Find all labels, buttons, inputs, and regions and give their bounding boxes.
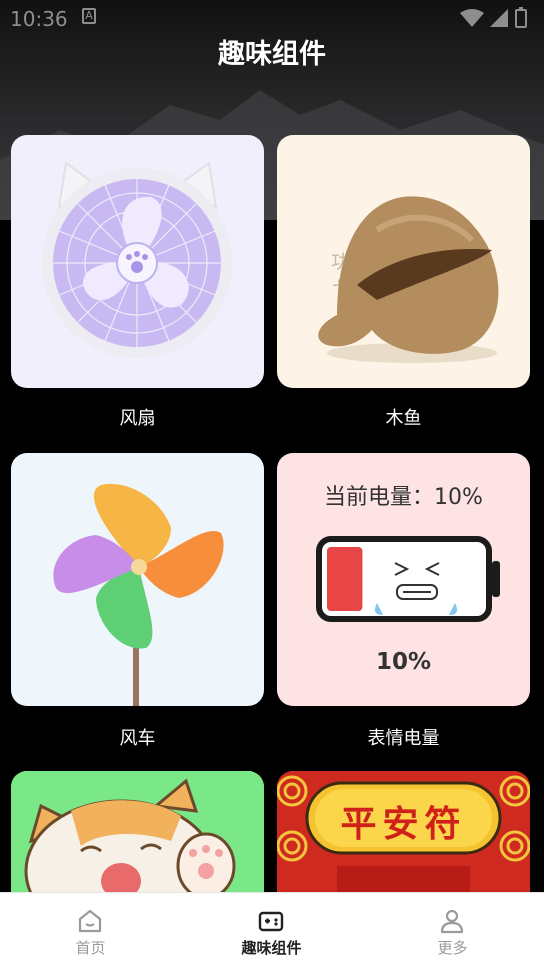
status-bar: 10:36 A bbox=[0, 0, 544, 36]
cat-illustration bbox=[11, 771, 264, 911]
widget-card-pinwheel[interactable] bbox=[11, 453, 264, 706]
widget-label-fan: 风扇 bbox=[119, 408, 156, 429]
widget-card-wooden-fish[interactable]: 功德+1 bbox=[277, 135, 530, 388]
tab-home[interactable]: 首页 bbox=[0, 893, 181, 969]
home-icon bbox=[78, 909, 102, 933]
widget-label-emoji-battery: 表情电量 bbox=[367, 728, 440, 749]
pinwheel-illustration bbox=[53, 483, 224, 706]
tab-home-label: 首页 bbox=[75, 939, 106, 957]
battery-icon bbox=[515, 9, 527, 28]
widget-card-fan[interactable] bbox=[11, 135, 264, 388]
widget-card-cat[interactable] bbox=[11, 771, 264, 911]
battery-percent: 10% bbox=[375, 649, 432, 675]
battery-level-fill bbox=[327, 547, 363, 611]
widget-card-peace-charm[interactable]: 平安符 bbox=[277, 771, 530, 911]
widget-label-wooden-fish: 木鱼 bbox=[385, 408, 422, 429]
bottom-navigation: 首页 趣味组件 更多 bbox=[0, 892, 544, 969]
status-time: 10:36 bbox=[10, 7, 68, 31]
charm-text: 平安符 bbox=[340, 804, 467, 845]
notification-icon: A bbox=[82, 8, 96, 24]
tab-fun-widgets-label: 趣味组件 bbox=[241, 939, 302, 957]
system-icons bbox=[460, 7, 527, 28]
tab-fun-widgets[interactable]: 趣味组件 bbox=[181, 893, 362, 969]
fan-illustration bbox=[42, 161, 232, 358]
widget-card-emoji-battery[interactable]: 当前电量：10% 10% bbox=[277, 453, 530, 706]
wifi-icon bbox=[460, 9, 484, 27]
user-icon bbox=[440, 909, 464, 934]
wooden-fish-illustration bbox=[318, 196, 499, 363]
tab-more[interactable]: 更多 bbox=[362, 893, 543, 969]
tab-more-label: 更多 bbox=[437, 939, 468, 957]
gamepad-icon bbox=[258, 911, 284, 932]
widget-label-pinwheel: 风车 bbox=[119, 728, 156, 749]
signal-icon bbox=[490, 9, 508, 27]
page-title: 趣味组件 bbox=[218, 39, 326, 70]
